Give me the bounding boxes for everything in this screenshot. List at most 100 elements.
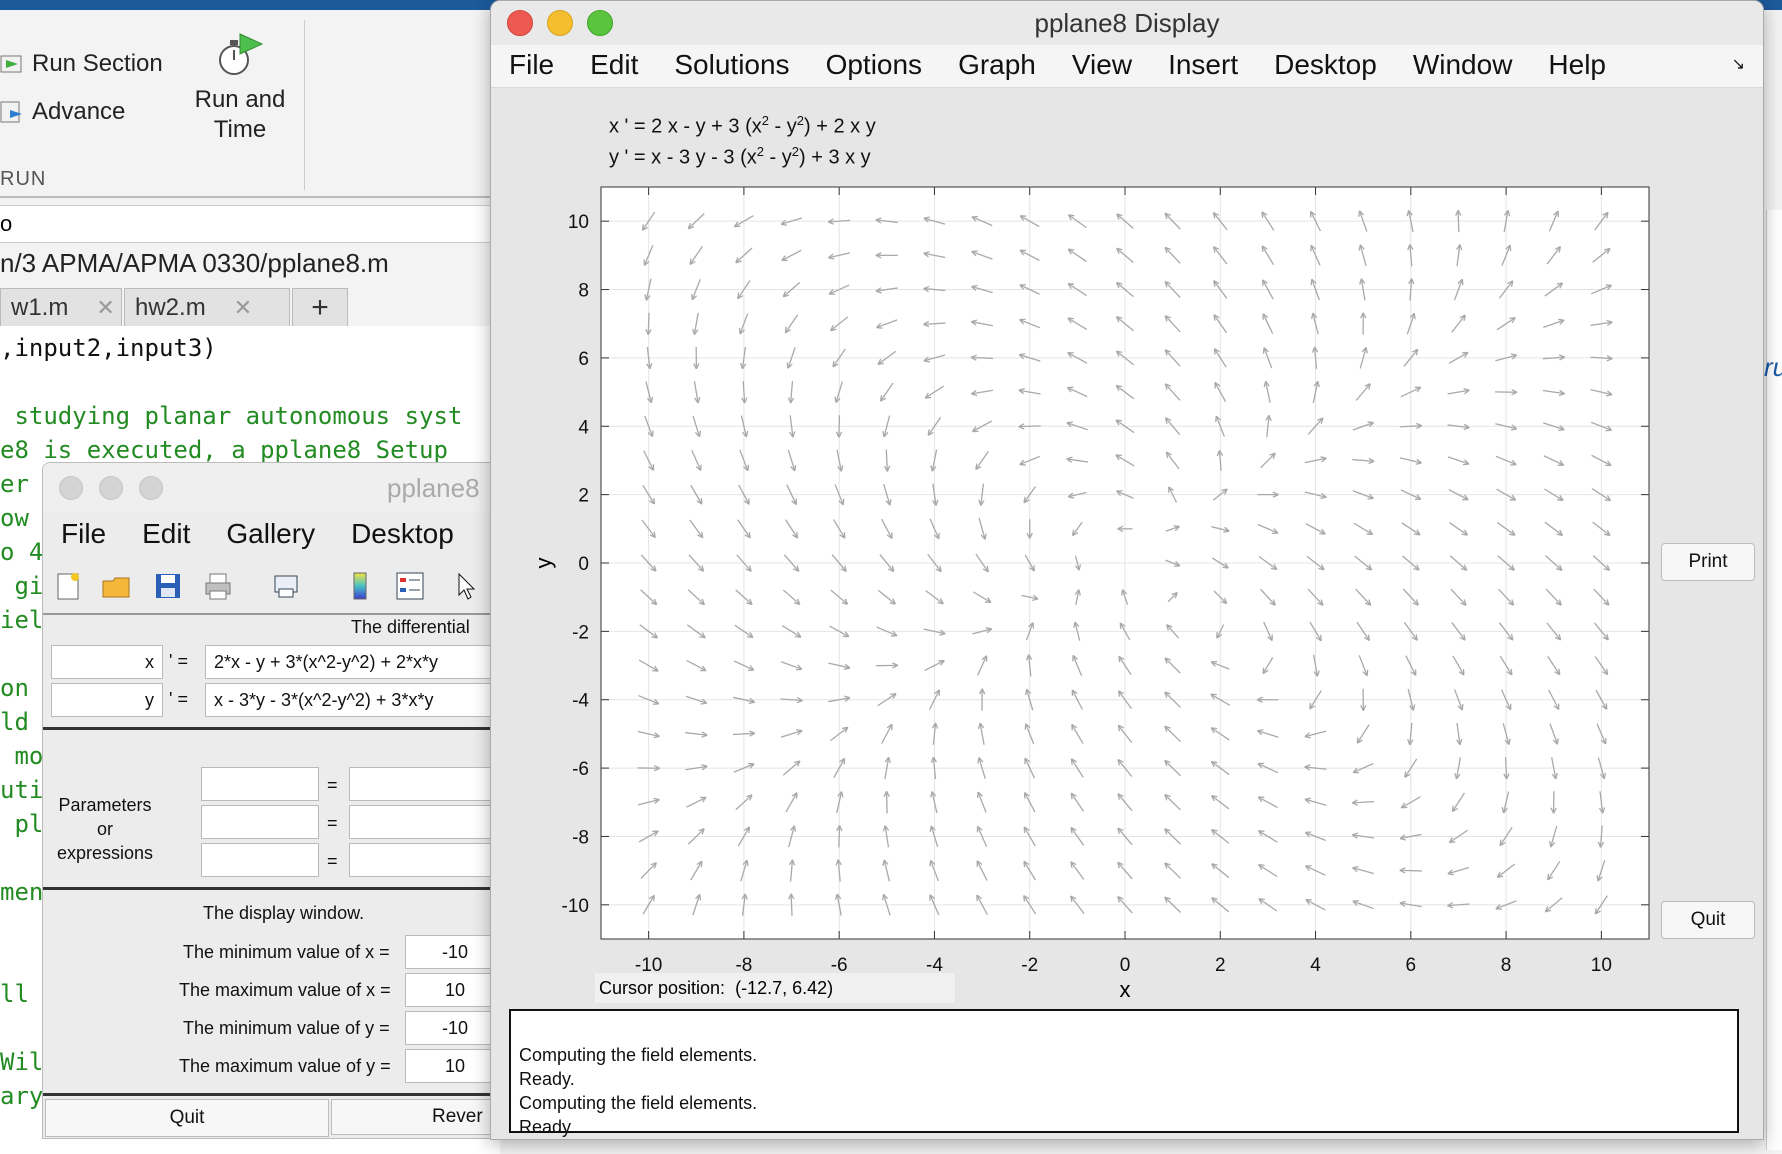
setup-revert-button[interactable]: Rever — [331, 1099, 503, 1135]
code-line: o 4 — [0, 538, 44, 566]
run-and-time-button[interactable]: Run and Time — [190, 30, 290, 145]
setup-quit-button[interactable]: Quit — [45, 1099, 329, 1137]
y-tick-label: -10 — [562, 896, 589, 917]
parameters-label-line: or — [96, 819, 113, 839]
open-folder-icon[interactable] — [101, 571, 131, 601]
parameter-name-field[interactable] — [201, 767, 319, 801]
x-tick-label: 4 — [1310, 955, 1321, 976]
parameter-value-field[interactable] — [349, 805, 503, 839]
log-message: Computing the field elements. — [519, 1093, 758, 1113]
legend-icon[interactable] — [395, 571, 425, 601]
display-quit-button[interactable]: Quit — [1661, 901, 1755, 939]
close-tab-icon[interactable]: ✕ — [234, 295, 252, 321]
section-divider — [43, 727, 503, 730]
parameters-label-line: expressions — [56, 843, 154, 863]
code-line: ow — [0, 504, 29, 532]
parameter-name-field[interactable] — [201, 843, 319, 877]
pplane8-setup-window: pplane8 File Edit Gallery Desktop The di… — [42, 462, 504, 1139]
x-tick-label: 6 — [1406, 955, 1417, 976]
editor-tab-w1[interactable]: w1.m ✕ — [0, 288, 122, 326]
x-tick-label: 2 — [1215, 955, 1226, 976]
parameter-value-field[interactable] — [349, 767, 503, 801]
right-panel-edge — [1766, 210, 1782, 1150]
section-divider — [43, 1093, 503, 1096]
cursor-value: (-12.7, 6.42) — [735, 977, 834, 998]
cursor-position: Cursor position: (-12.7, 6.42) — [595, 973, 955, 1003]
message-log[interactable]: Computing the field elements. Ready. Com… — [509, 1009, 1739, 1137]
differential-heading: The differential — [351, 617, 470, 637]
code-line: men — [0, 878, 44, 906]
y-variable-field[interactable]: y — [51, 683, 163, 717]
y-tick-label: 6 — [578, 349, 589, 370]
y-tick-label: -2 — [572, 622, 589, 643]
x-equation-field[interactable]: 2*x - y + 3*(x^2-y^2) + 2*x*y — [205, 645, 503, 679]
minimize-window-icon[interactable] — [99, 476, 123, 500]
y-tick-label: -4 — [572, 691, 589, 712]
save-icon[interactable] — [153, 571, 183, 601]
x-variable-value: x — [145, 651, 154, 672]
print-button[interactable]: Print — [1661, 543, 1755, 581]
new-file-icon[interactable] — [53, 571, 83, 601]
setup-toolbar — [43, 559, 503, 615]
editor-tab-hw2[interactable]: hw2.m ✕ — [124, 288, 290, 326]
zoom-window-icon[interactable] — [139, 476, 163, 500]
advance-button[interactable]: Advance — [0, 98, 125, 126]
setup-menu-desktop[interactable]: Desktop — [333, 511, 454, 557]
editor-tab-label: hw2.m — [135, 293, 206, 321]
mouse-pointer-icon — [458, 572, 476, 600]
log-message: Ready. — [519, 1117, 575, 1137]
add-tab-button[interactable]: + — [292, 288, 348, 326]
x-equation-value: 2*x - y + 3*(x^2-y^2) + 2*x*y — [214, 651, 438, 672]
y-equation-field[interactable]: x - 3*y - 3*(x^2-y^2) + 3*x*y — [205, 683, 503, 717]
setup-menu-gallery[interactable]: Gallery — [208, 511, 315, 557]
direction-field-plot[interactable]: -10 -8 -6 -4 -2 0 2 4 6 8 10-10-8-6-4-20246810 x y — [491, 1, 1763, 1011]
ribbon-bottom-border — [0, 196, 500, 198]
run-section-button[interactable]: Run Section — [0, 50, 163, 78]
run-group-label: RUN — [0, 168, 47, 190]
cursor-label: Cursor position: — [599, 977, 726, 998]
right-panel-text: ru — [1764, 352, 1782, 382]
code-line: Wil — [0, 1048, 44, 1076]
x-tick-label: -2 — [1021, 955, 1038, 976]
parameter-name-field[interactable] — [201, 805, 319, 839]
parameter-equals: = — [327, 775, 338, 795]
plus-icon: + — [311, 290, 329, 324]
parameter-equals: = — [327, 851, 338, 871]
address-bar[interactable]: o — [0, 205, 500, 243]
parameter-equals: = — [327, 813, 338, 833]
parameter-value-field[interactable] — [349, 843, 503, 877]
y-tick-label: 10 — [568, 212, 589, 233]
code-line: mo — [0, 742, 44, 770]
advance-label: Advance — [32, 98, 126, 125]
code-line: e8 is executed, a pplane8 Setup — [0, 436, 448, 464]
xmax-value: 10 — [444, 979, 466, 1000]
setup-menu-edit[interactable]: Edit — [124, 511, 190, 557]
log-message: Computing the field elements. — [519, 1045, 758, 1065]
close-tab-icon[interactable]: ✕ — [96, 295, 114, 321]
run-and-time-label-1: Run and — [194, 86, 286, 113]
ymin-value: -10 — [441, 1017, 468, 1038]
print-icon[interactable] — [203, 571, 233, 601]
code-line: ld — [0, 708, 29, 736]
y-axis-label: y — [531, 558, 556, 569]
code-line: ary — [0, 1082, 44, 1110]
close-window-icon[interactable] — [59, 476, 83, 500]
run-and-time-label-2: Time — [213, 116, 267, 143]
run-section-icon — [0, 52, 24, 76]
code-line: pl — [0, 810, 44, 838]
print-preview-icon[interactable] — [271, 571, 301, 601]
x-variable-field[interactable]: x — [51, 645, 163, 679]
pplane8-display-window: pplane8 Display File Edit Solutions Opti… — [490, 0, 1764, 1140]
xmax-label: The maximum value of x = — [179, 980, 391, 1000]
colorbar-icon[interactable] — [345, 571, 375, 601]
setup-menu-file[interactable]: File — [43, 511, 106, 557]
file-path: n/3 APMA/APMA 0330/pplane8.m — [0, 248, 389, 278]
parameters-label: Parameters or expressions — [43, 793, 167, 865]
y-tick-label: 0 — [578, 554, 589, 575]
xmin-value: -10 — [441, 941, 468, 962]
code-line: iel — [0, 606, 44, 634]
parameters-label-line: Parameters — [58, 795, 152, 815]
x-prime-equals: ' = — [169, 651, 188, 671]
y-tick-label: -6 — [572, 759, 589, 780]
code-line: ll — [0, 980, 29, 1008]
